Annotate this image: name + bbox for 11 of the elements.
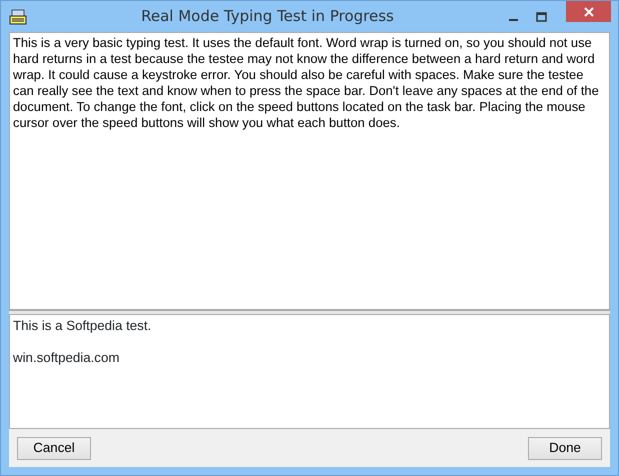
test-text: This is a very basic typing test. It uses the default font. Word wrap is turned on, so you should not use hard returns in a test because the testee may not know the difference between a hard return and word wrap. It could cause a keystroke error. You should also be careful with spaces. Make sure the testee can really see the text and know when to press the space bar. Don't leave any spaces at the end of the document. To change the font, click on the speed buttons located on the task bar. Placing the mouse cursor over the speed buttons will show you what each button does. (13, 35, 600, 131)
close-button[interactable] (566, 1, 611, 22)
dialog-button[interactable]: Cancel (17, 436, 91, 460)
app-icon (9, 8, 27, 24)
dialog-button[interactable]: Done (528, 436, 602, 460)
typing-area[interactable]: This is a Softpedia test. win.softpedia.com (9, 315, 610, 429)
typed-line: win.softpedia.com (13, 350, 120, 365)
window-title: Real Mode Typing Test in Progress (140, 6, 395, 28)
close-icon (584, 6, 594, 16)
typed-line: This is a Softpedia test. (13, 318, 152, 333)
maximize-icon[interactable] (536, 12, 548, 22)
